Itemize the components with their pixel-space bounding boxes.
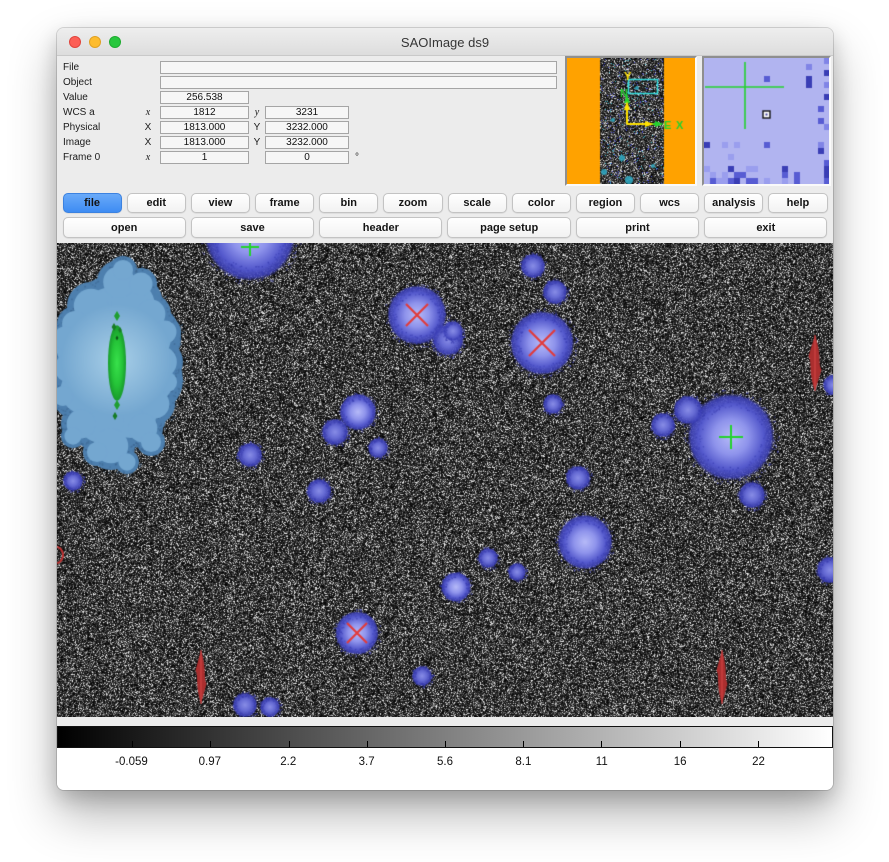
info-row-object: Object [57,76,562,89]
menubar-row2: open save header page setup print exit [57,217,833,240]
info-row-frame: Frame 0 x 1 0 ° [57,151,562,164]
info-row-image: Image X 1813.000 Y 3232.000 [57,136,562,149]
menubar-row1: file edit view frame bin zoom scale colo… [57,193,833,215]
colorbar-tick [758,741,759,747]
colorbar-tick [601,741,602,747]
object-field[interactable] [160,76,557,89]
physical-x-label: X [141,122,155,133]
button-exit[interactable]: exit [704,217,827,238]
physical-y-field[interactable]: 3232.000 [265,121,349,134]
object-label: Object [63,77,92,88]
menu-scale[interactable]: scale [448,193,507,213]
colorbar-label: 11 [596,756,608,768]
main-image-canvas[interactable] [57,243,833,717]
colorbar-label: 0.97 [199,756,221,768]
panner-panel[interactable] [565,56,697,186]
menu-analysis[interactable]: analysis [704,193,763,213]
menu-region[interactable]: region [576,193,635,213]
colorbar-label: 8.1 [515,756,531,768]
info-row-value: Value 256.538 [57,91,562,104]
button-header[interactable]: header [319,217,442,238]
frame-zoom-field[interactable]: 1 [160,151,249,164]
file-label: File [63,62,79,73]
colorbar-label: -0.059 [115,756,148,768]
frame-label: Frame 0 [63,152,100,163]
wcs-y-field[interactable]: 3231 [265,106,349,119]
colorbar-tick [132,741,133,747]
menu-bin[interactable]: bin [319,193,378,213]
menu-file[interactable]: file [63,193,122,213]
image-y-field[interactable]: 3232.000 [265,136,349,149]
colorbar[interactable] [57,726,833,748]
frame-angle-field[interactable]: 0 [265,151,349,164]
colorbar-tick [680,741,681,747]
menu-help[interactable]: help [768,193,827,213]
menu-edit[interactable]: edit [127,193,186,213]
physical-x-field[interactable]: 1813.000 [160,121,249,134]
image-label: Image [63,137,91,148]
wcs-y-label: y [251,107,263,118]
colorbar-labels: -0.059 0.97 2.2 3.7 5.6 8.1 11 16 22 [57,748,833,790]
value-field[interactable]: 256.538 [160,91,249,104]
colorbar-label: 3.7 [359,756,375,768]
colorbar-tick [523,741,524,747]
colorbar-tick [445,741,446,747]
window-title: SAOImage ds9 [57,35,833,50]
button-print[interactable]: print [576,217,699,238]
colorbar-tick [367,741,368,747]
wcs-x-field[interactable]: 1812 [160,106,249,119]
menu-zoom[interactable]: zoom [383,193,442,213]
magnifier-panel[interactable] [702,56,831,186]
colorbar-label: 16 [674,756,687,768]
image-y-label: Y [251,137,263,148]
magnifier-canvas[interactable] [704,58,829,184]
colorbar-tick [210,741,211,747]
physical-y-label: Y [251,122,263,133]
info-row-physical: Physical X 1813.000 Y 3232.000 [57,121,562,134]
degree-symbol: ° [355,152,359,163]
info-row-file: File [57,61,562,74]
file-field[interactable] [160,61,557,74]
menu-view[interactable]: view [191,193,250,213]
colorbar-label: 2.2 [280,756,296,768]
panner-canvas[interactable] [567,58,695,184]
button-page-setup[interactable]: page setup [447,217,570,238]
button-save[interactable]: save [191,217,314,238]
titlebar[interactable]: SAOImage ds9 [57,28,833,56]
colorbar-label: 22 [752,756,765,768]
wcs-x-label: x [141,107,155,118]
frame-x-label: x [141,152,155,163]
menu-frame[interactable]: frame [255,193,314,213]
info-row-wcs: WCS a x 1812 y 3231 [57,106,562,119]
value-label: Value [63,92,88,103]
button-open[interactable]: open [63,217,186,238]
physical-label: Physical [63,122,100,133]
image-x-field[interactable]: 1813.000 [160,136,249,149]
ds9-window: SAOImage ds9 File Object Value 256.538 W… [57,28,833,790]
menu-wcs[interactable]: wcs [640,193,699,213]
image-x-label: X [141,137,155,148]
menu-color[interactable]: color [512,193,571,213]
wcs-label: WCS a [63,107,95,118]
colorbar-tick [289,741,290,747]
colorbar-label: 5.6 [437,756,453,768]
